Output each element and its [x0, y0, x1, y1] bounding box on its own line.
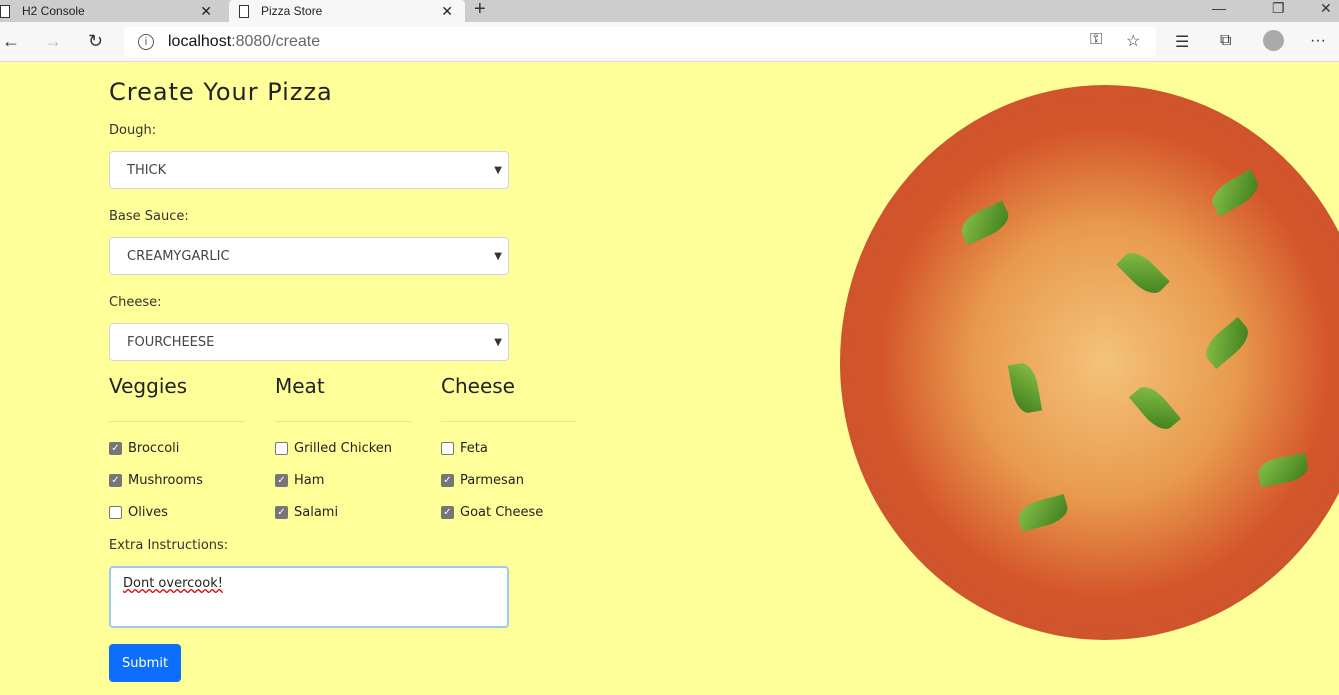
topping-checkbox[interactable]: ✓ Salami — [275, 496, 411, 528]
checkbox-icon[interactable]: ✓ — [441, 473, 454, 487]
pizza-image — [840, 85, 1339, 640]
dough-label: Dough: — [109, 123, 157, 138]
topping-checkbox[interactable]: Grilled Chicken — [275, 432, 411, 464]
close-window-icon[interactable]: ✕ — [1320, 0, 1332, 17]
topping-checkbox[interactable]: ✓ Mushrooms — [109, 464, 245, 496]
topping-label: Broccoli — [128, 440, 180, 456]
cheese-value: FOURCHEESE — [127, 334, 215, 350]
tab-h2-console[interactable]: H2 Console ✕ — [0, 0, 224, 22]
collections-icon[interactable]: ⧉ — [1220, 32, 1231, 50]
minimize-icon[interactable]: — — [1212, 0, 1226, 16]
topping-group-veggies: Veggies ✓ Broccoli ✓ Mushrooms Olives — [109, 374, 245, 528]
group-title: Meat — [275, 374, 411, 422]
close-tab-icon[interactable]: ✕ — [441, 3, 453, 20]
basil-leaf — [1128, 380, 1182, 436]
topping-checkbox[interactable]: ✓ Parmesan — [441, 464, 577, 496]
checkbox-icon[interactable]: ✓ — [109, 473, 122, 487]
sauce-value: CREAMYGARLIC — [127, 248, 230, 264]
topping-label: Parmesan — [460, 472, 524, 488]
group-title: Veggies — [109, 374, 245, 422]
checkbox-icon[interactable]: ✓ — [275, 473, 288, 487]
chevron-down-icon: ▼ — [494, 164, 502, 176]
basil-leaf — [1015, 493, 1071, 533]
sauce-select[interactable]: CREAMYGARLIC ▼ — [109, 237, 509, 275]
topping-checkbox[interactable]: ✓ Broccoli — [109, 432, 245, 464]
close-tab-icon[interactable]: ✕ — [200, 3, 212, 20]
checkbox-icon[interactable]: ✓ — [441, 505, 454, 519]
checkbox-icon[interactable] — [441, 441, 454, 455]
topping-label: Olives — [128, 504, 168, 520]
browser-toolbar: ← → ↻ i localhost:8080/create ⚿ ☆ ☰ ⧉ ··… — [0, 22, 1339, 62]
profile-avatar[interactable] — [1263, 30, 1284, 51]
dough-select[interactable]: THICK ▼ — [109, 151, 509, 189]
page-title: Create Your Pizza — [109, 78, 333, 106]
forward-icon[interactable]: → — [44, 31, 62, 52]
address-bar[interactable]: i localhost:8080/create ⚿ ☆ — [124, 27, 1156, 57]
dough-value: THICK — [127, 162, 167, 178]
url-host: localhost — [168, 33, 232, 50]
topping-label: Salami — [294, 504, 339, 520]
topping-checkbox[interactable]: Feta — [441, 432, 577, 464]
basil-leaf — [1256, 452, 1310, 488]
topping-label: Grilled Chicken — [294, 440, 393, 456]
sauce-label: Base Sauce: — [109, 209, 189, 224]
info-icon[interactable]: i — [138, 34, 154, 50]
topping-group-cheese: Cheese Feta ✓ Parmesan ✓ Goat Cheese — [441, 374, 577, 528]
topping-label: Goat Cheese — [460, 504, 544, 520]
tab-bar: H2 Console ✕ Pizza Store ✕ + — ❐ ✕ — [0, 0, 1339, 22]
chevron-down-icon: ▼ — [494, 336, 502, 348]
tab-title: H2 Console — [22, 4, 85, 18]
extra-instructions-value: Dont overcook! — [123, 576, 223, 591]
key-icon[interactable]: ⚿ — [1090, 31, 1102, 49]
submit-button[interactable]: Submit — [109, 644, 181, 682]
checkbox-icon[interactable] — [275, 441, 288, 455]
basil-leaf — [1206, 169, 1264, 217]
basil-leaf — [1116, 246, 1170, 300]
favorites-icon[interactable]: ☰ — [1175, 32, 1189, 52]
more-icon[interactable]: ··· — [1310, 32, 1326, 50]
page-icon — [0, 4, 10, 18]
cheese-label: Cheese: — [109, 295, 162, 310]
star-icon[interactable]: ☆ — [1126, 31, 1140, 51]
topping-checkbox[interactable]: ✓ Ham — [275, 464, 411, 496]
extra-instructions-textarea[interactable]: Dont overcook! — [109, 566, 509, 628]
tab-pizza-store[interactable]: Pizza Store ✕ — [229, 0, 465, 22]
new-tab-icon[interactable]: + — [474, 0, 486, 21]
cheese-select[interactable]: FOURCHEESE ▼ — [109, 323, 509, 361]
tab-title: Pizza Store — [261, 4, 323, 18]
topping-label: Feta — [460, 440, 488, 456]
topping-checkbox[interactable]: Olives — [109, 496, 245, 528]
basil-leaf — [956, 200, 1014, 246]
maximize-icon[interactable]: ❐ — [1272, 0, 1285, 17]
topping-label: Ham — [294, 472, 325, 488]
topping-label: Mushrooms — [128, 472, 203, 488]
topping-group-meat: Meat Grilled Chicken ✓ Ham ✓ Salami — [275, 374, 411, 528]
checkbox-icon[interactable]: ✓ — [109, 441, 122, 455]
extra-instructions-label: Extra Instructions: — [109, 538, 229, 553]
page-icon — [239, 4, 249, 18]
chevron-down-icon: ▼ — [494, 250, 502, 262]
group-title: Cheese — [441, 374, 577, 422]
basil-leaf — [1199, 316, 1255, 370]
topping-checkbox[interactable]: ✓ Goat Cheese — [441, 496, 577, 528]
url-path: :8080/create — [231, 33, 321, 50]
basil-leaf — [1007, 361, 1043, 415]
checkbox-icon[interactable]: ✓ — [275, 505, 288, 519]
back-icon[interactable]: ← — [2, 31, 20, 52]
checkbox-icon[interactable] — [109, 505, 122, 519]
refresh-icon[interactable]: ↻ — [88, 31, 103, 52]
